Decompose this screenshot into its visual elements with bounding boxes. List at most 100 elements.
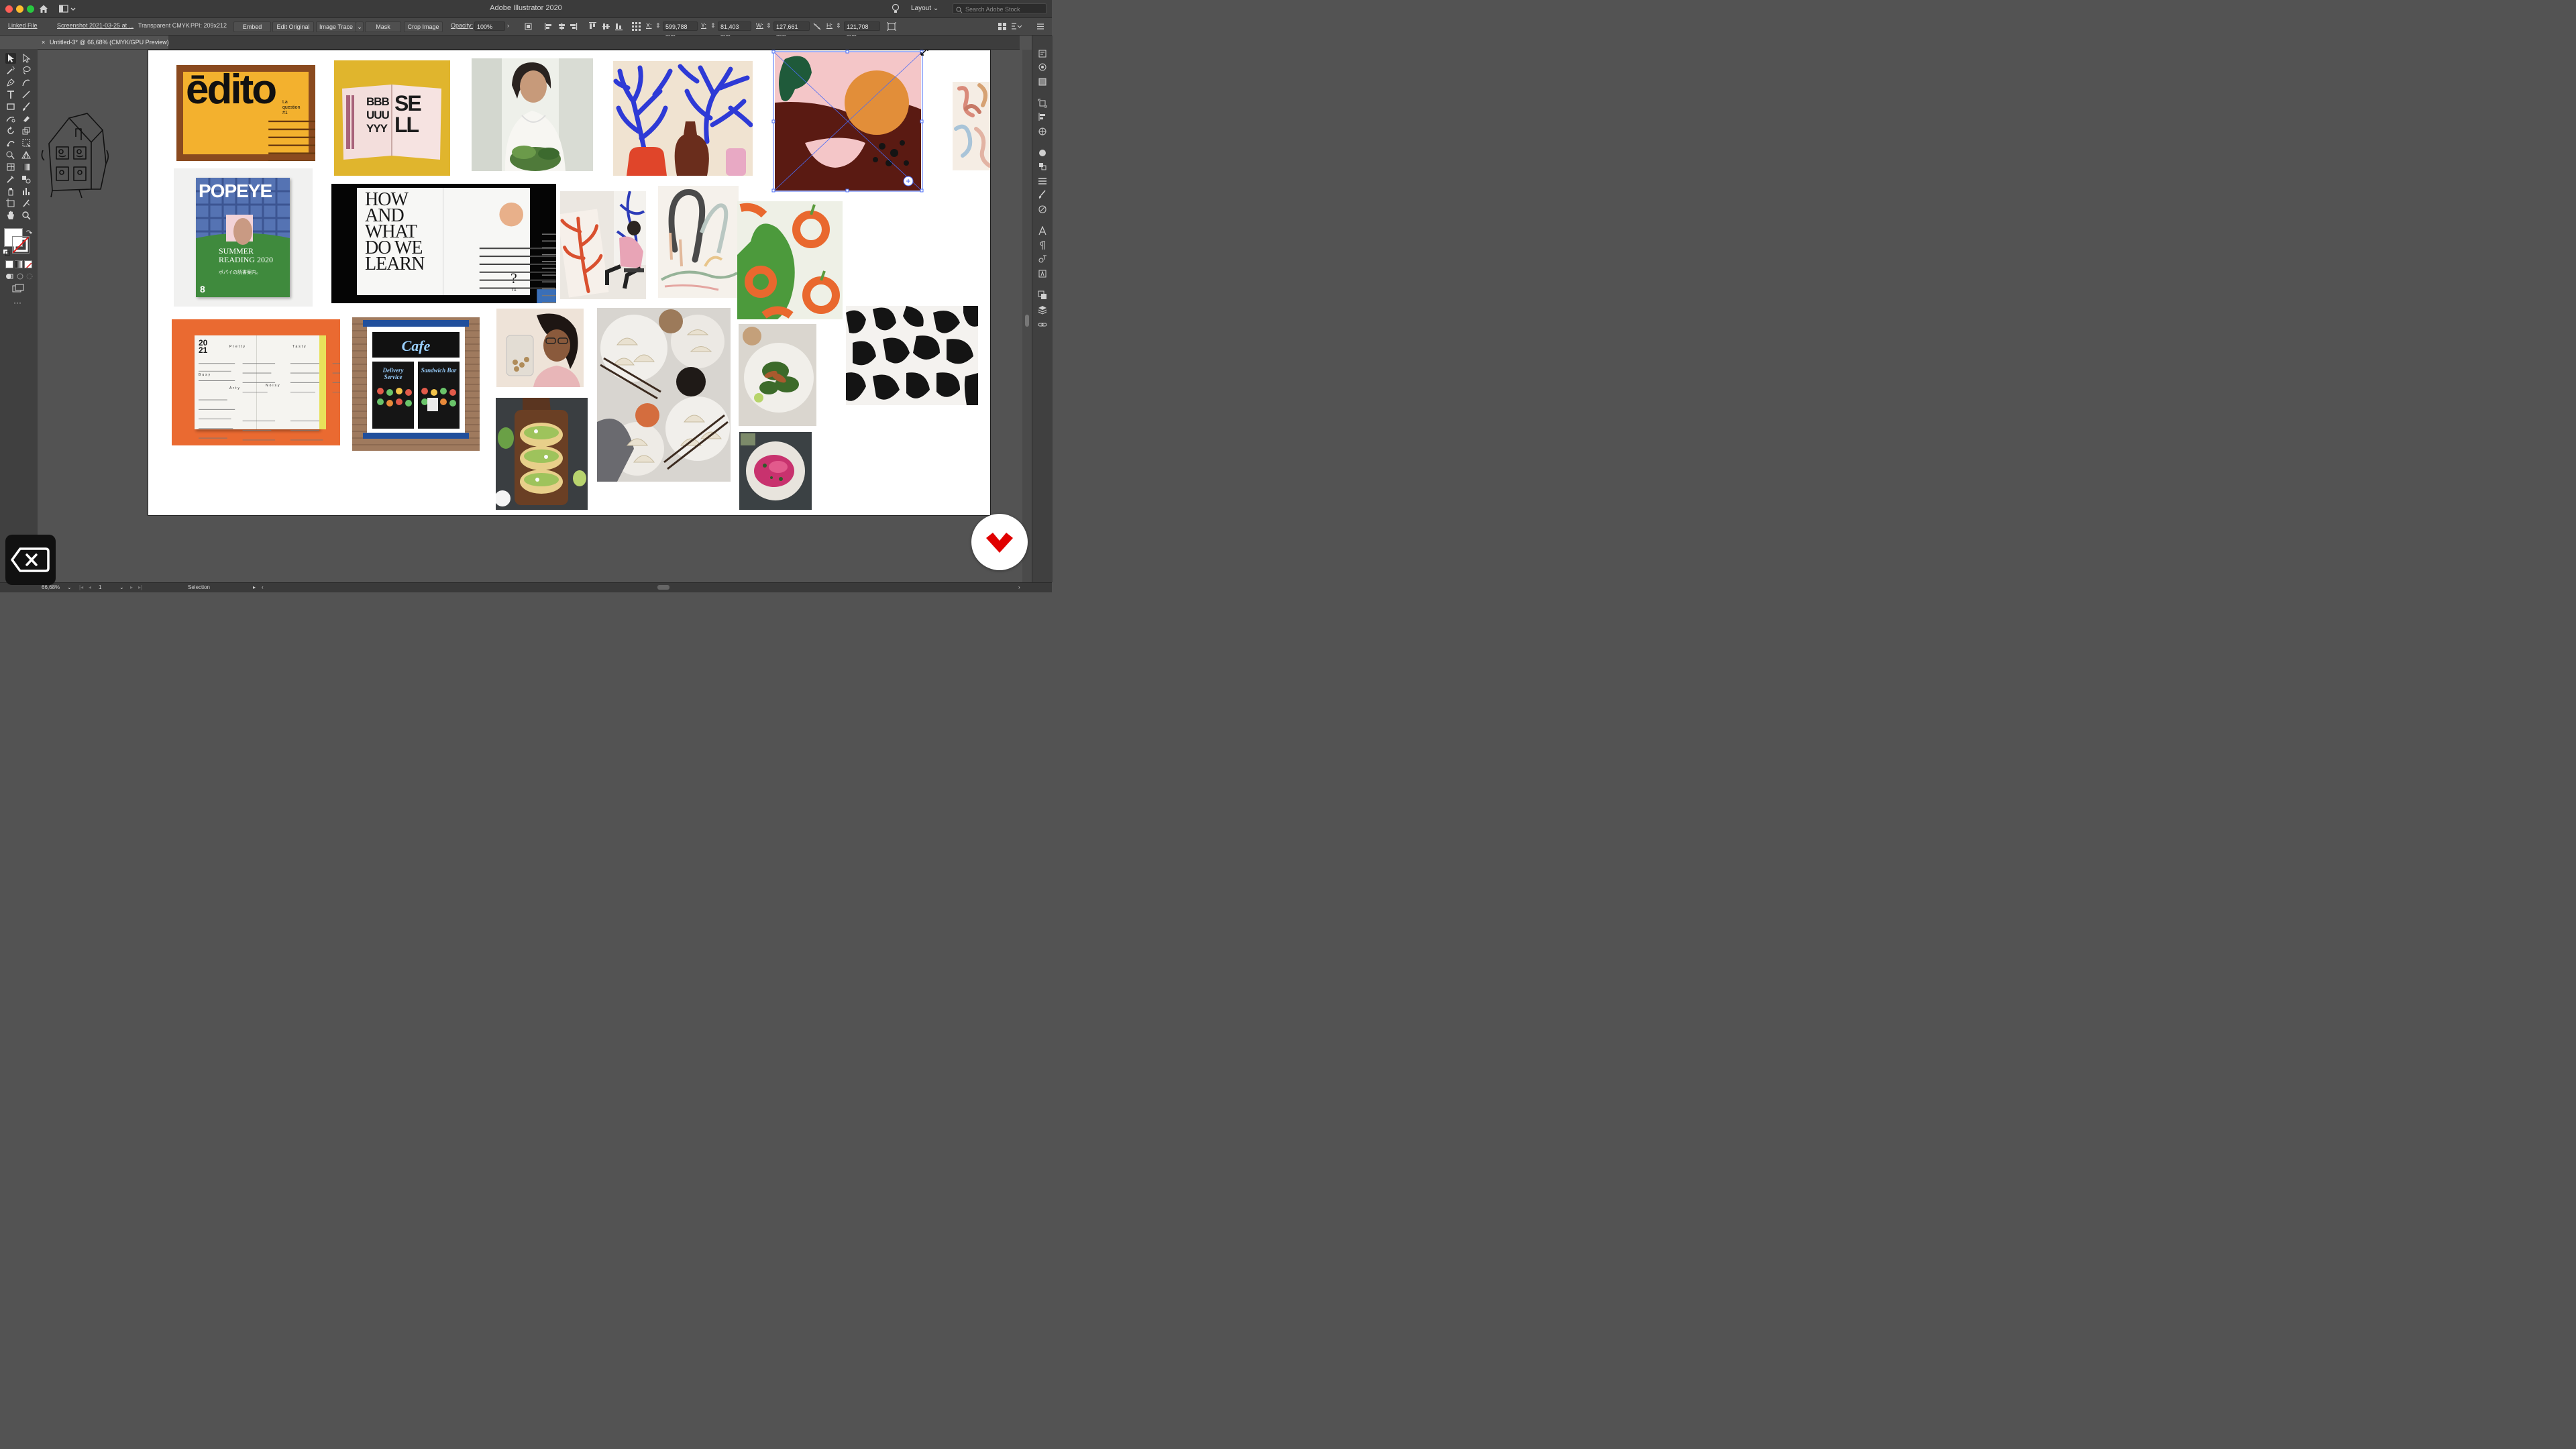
shaper-tool-icon[interactable]: [5, 113, 16, 124]
h-label[interactable]: H:: [826, 22, 833, 29]
appearance-panel-icon[interactable]: [1038, 127, 1047, 136]
zoom-dropdown-icon[interactable]: ⌄: [67, 584, 72, 590]
pathfinder-panel-icon[interactable]: [1038, 290, 1047, 300]
selection-bounding-box[interactable]: [771, 50, 924, 193]
opacity-field[interactable]: 100%: [474, 21, 505, 31]
colorful-doodles-artwork[interactable]: [953, 82, 990, 170]
salad-plate-photo[interactable]: [739, 324, 816, 426]
black-spots-pattern[interactable]: [846, 306, 978, 405]
screen-mode-icon[interactable]: [12, 284, 24, 293]
options-icon[interactable]: [1011, 22, 1022, 31]
width-field[interactable]: 127,661 mm: [773, 21, 810, 40]
transform-reference-icon[interactable]: [525, 22, 535, 31]
gradient-mode-icon[interactable]: [15, 260, 23, 268]
blend-tool-icon[interactable]: [21, 174, 32, 184]
artboard[interactable]: ēdito La question #1 BBB UUU YYY SE LL P…: [148, 50, 990, 515]
opentype-panel-icon[interactable]: [1038, 254, 1047, 264]
free-transform-tool-icon[interactable]: [21, 138, 32, 148]
previous-page-icon[interactable]: ◂: [89, 584, 91, 590]
abstract-brush-illustration[interactable]: [658, 186, 739, 298]
perspective-grid-tool-icon[interactable]: [21, 150, 32, 160]
paragraph-panel-icon[interactable]: [1038, 241, 1047, 250]
layers-panel-icon[interactable]: [1038, 305, 1047, 315]
draw-normal-icon[interactable]: [5, 272, 13, 280]
arrange-icon[interactable]: [998, 22, 1007, 31]
color-mode-icon[interactable]: [5, 260, 13, 268]
lasso-tool-icon[interactable]: [21, 65, 32, 76]
scrollbar-thumb[interactable]: [1025, 315, 1029, 327]
curvature-tool-icon[interactable]: [21, 77, 32, 88]
embed-button[interactable]: Embed: [233, 21, 271, 32]
workspace-switcher[interactable]: Layout ⌄: [907, 3, 951, 15]
default-fill-stroke-icon[interactable]: [3, 248, 10, 256]
libraries-icon[interactable]: [1038, 62, 1047, 72]
properties-icon[interactable]: [1038, 49, 1047, 58]
align-controls[interactable]: [545, 22, 625, 31]
eyedropper-tool-icon[interactable]: [5, 174, 16, 184]
artboard-tool-icon[interactable]: [5, 198, 16, 209]
glyphs-panel-icon[interactable]: [1038, 269, 1047, 278]
beet-hummus-photo[interactable]: [739, 432, 812, 510]
rectangle-tool-icon[interactable]: [5, 101, 16, 112]
stepper-icon[interactable]: ⇕: [836, 22, 841, 30]
opacity-label[interactable]: Opacity:: [451, 22, 473, 29]
popeye-magazine-photo[interactable]: POPEYE SUMMER READING 2020 ポパイの読書案内。 8: [174, 168, 313, 307]
links-panel-icon[interactable]: [1038, 320, 1047, 329]
close-icon[interactable]: ×: [42, 36, 45, 49]
panel-menu-icon[interactable]: [1036, 22, 1044, 31]
w-label[interactable]: W:: [756, 22, 763, 29]
stock-search-input[interactable]: Search Adobe Stock: [953, 3, 1046, 14]
file-name-link[interactable]: Screenshot 2021-03-25 at ...: [57, 22, 133, 29]
artist-studio-photo[interactable]: [560, 191, 646, 299]
x-label[interactable]: X:: [646, 22, 652, 29]
stepper-icon[interactable]: ⇕: [655, 22, 661, 30]
canvas[interactable]: ēdito La question #1 BBB UUU YYY SE LL P…: [38, 50, 1022, 582]
table-of-contents-photo[interactable]: 20 21 Pretty Tasty Busy Arty Noisy: [172, 319, 340, 445]
next-page-icon[interactable]: ▸: [130, 584, 133, 590]
woman-with-jar-photo[interactable]: [496, 309, 584, 387]
scroll-right-icon[interactable]: ›: [1018, 584, 1020, 590]
mask-button[interactable]: Mask: [365, 21, 401, 32]
page-number[interactable]: 1: [99, 584, 101, 590]
tab-document[interactable]: × Untitled-3* @ 66,68% (CMYK/GPU Preview…: [38, 36, 169, 49]
symbol-sprayer-tool-icon[interactable]: [5, 186, 16, 197]
edit-original-button[interactable]: Edit Original: [272, 21, 314, 32]
symbols-panel-icon[interactable]: [1038, 205, 1047, 214]
height-field[interactable]: 121,708 mm: [844, 21, 880, 40]
rotate-tool-icon[interactable]: [5, 125, 16, 136]
more-tools-icon[interactable]: ···: [13, 299, 24, 307]
cafe-window-photo[interactable]: Cafe Delivery Service Sandwich Bar: [352, 317, 480, 451]
y-label[interactable]: Y:: [701, 22, 706, 29]
character-panel-icon[interactable]: [1038, 226, 1047, 235]
status-menu-icon[interactable]: ▸: [253, 584, 256, 590]
gradient-panel-icon[interactable]: [1038, 77, 1047, 87]
align-panel-icon[interactable]: [1038, 112, 1047, 121]
vertical-scrollbar[interactable]: [1022, 50, 1032, 582]
selection-tool-icon[interactable]: [5, 53, 16, 64]
scroll-left-icon[interactable]: ‹: [262, 584, 264, 590]
tomato-pattern-illustration[interactable]: [737, 201, 843, 319]
shape-builder-tool-icon[interactable]: [5, 150, 16, 160]
paintbrush-tool-icon[interactable]: [21, 101, 32, 112]
link-proportions-icon[interactable]: [813, 23, 821, 30]
tacos-board-photo[interactable]: [496, 398, 588, 510]
page-dropdown-icon[interactable]: ⌄: [119, 584, 124, 590]
arrange-documents-icon[interactable]: [58, 4, 76, 13]
mesh-tool-icon[interactable]: [5, 162, 16, 172]
image-trace-button[interactable]: Image Trace: [316, 21, 356, 32]
linked-file-link[interactable]: Linked File: [8, 22, 38, 29]
horizontal-scrollbar-thumb[interactable]: [657, 585, 669, 590]
crop-image-button[interactable]: Crop Image: [404, 21, 443, 32]
none-mode-icon[interactable]: [24, 260, 32, 268]
stroke-color-swatch[interactable]: [12, 236, 30, 254]
zoom-level[interactable]: 66,68%: [42, 584, 60, 590]
warp-tool-icon[interactable]: [5, 138, 16, 148]
blue-coral-illustration[interactable]: [613, 61, 753, 176]
transform-icon[interactable]: [886, 21, 897, 32]
chevron-right-icon[interactable]: ›: [507, 22, 509, 29]
x-position-field[interactable]: 599,788 mm: [663, 21, 698, 40]
editorial-cover-image[interactable]: ēdito La question #1: [176, 65, 315, 161]
pen-tool-icon[interactable]: [5, 77, 16, 88]
minimize-window-button[interactable]: [16, 5, 23, 13]
last-page-icon[interactable]: ▸|: [138, 584, 142, 590]
